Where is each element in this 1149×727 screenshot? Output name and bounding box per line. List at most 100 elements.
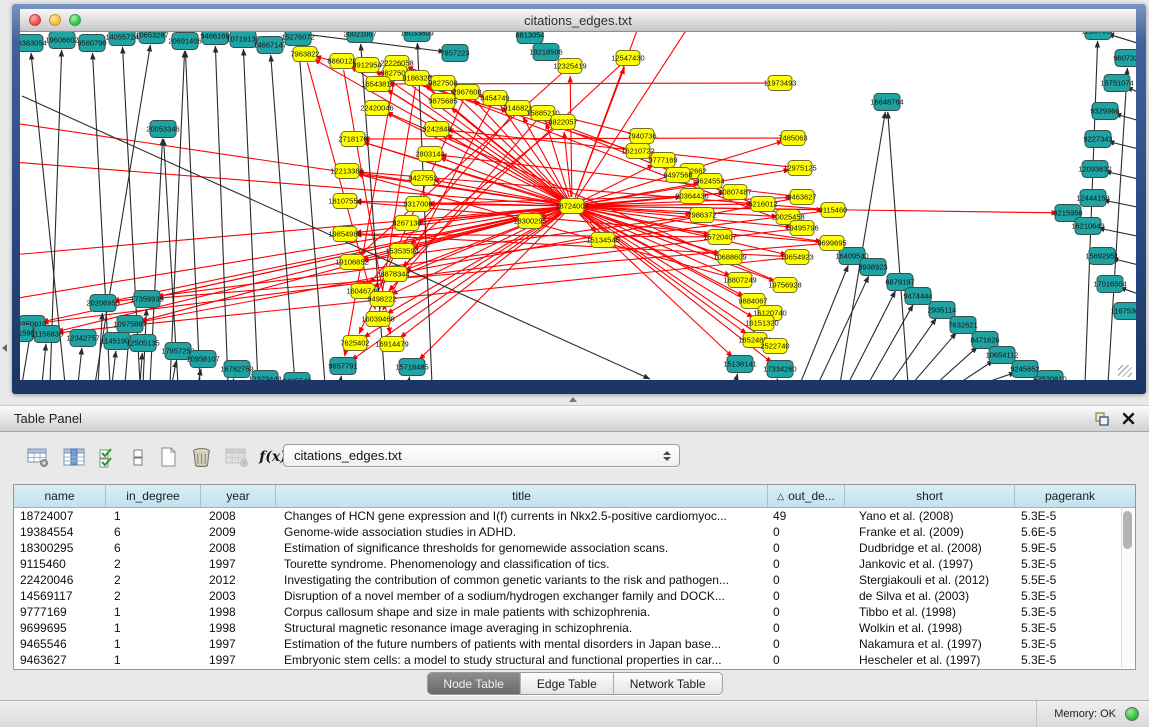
table-row[interactable]: 946554611997Estimation of the future num… xyxy=(14,636,1135,652)
graph-edge[interactable] xyxy=(340,376,341,380)
graph-node[interactable]: 20206950 xyxy=(86,295,119,312)
graph-edge[interactable] xyxy=(800,265,848,380)
float-panel-icon[interactable] xyxy=(1094,411,1110,427)
table-row[interactable]: 1456911722003Disruption of a novel membe… xyxy=(14,588,1135,604)
graph-node[interactable]: 12505135 xyxy=(126,335,159,352)
graph-node[interactable]: 2718176 xyxy=(338,132,367,147)
graph-node[interactable]: 12213386 xyxy=(330,164,363,179)
graph-node[interactable]: 9560790 xyxy=(77,35,106,52)
table-row[interactable]: 946362711997Embryonic stem cells: a mode… xyxy=(14,652,1135,668)
graph-node[interactable]: 10975887 xyxy=(113,316,146,333)
graph-node[interactable]: 9498222 xyxy=(367,292,396,307)
graph-node[interactable]: 7485063 xyxy=(778,131,807,146)
graph-node[interactable]: 3624554 xyxy=(695,174,724,189)
graph-edge[interactable] xyxy=(57,208,564,331)
graph-node[interactable]: 17334260 xyxy=(763,361,796,378)
graph-node[interactable]: 18107554 xyxy=(328,194,361,209)
column-header-out_de[interactable]: △out_de... xyxy=(768,485,845,507)
graph-node[interactable]: 16151320 xyxy=(745,316,778,331)
graph-node[interactable]: 16648784 xyxy=(870,94,903,111)
graph-node[interactable]: 11675300 xyxy=(1111,303,1136,320)
graph-node[interactable]: 7632621 xyxy=(948,317,977,334)
new-file-icon[interactable] xyxy=(152,444,184,470)
graph-node[interactable]: 9329966 xyxy=(1090,103,1119,120)
graph-edge[interactable] xyxy=(140,353,142,380)
graph-edge[interactable] xyxy=(890,318,936,380)
graph-node[interactable]: 7940736 xyxy=(627,129,656,144)
graph-node[interactable]: 12520810 xyxy=(1033,371,1066,381)
graph-edge[interactable] xyxy=(185,51,200,380)
graph-node[interactable]: 12444158 xyxy=(1076,190,1109,207)
graph-node[interactable]: 10688609 xyxy=(713,250,746,265)
graph-node[interactable]: 8938923 xyxy=(858,259,887,276)
graph-node[interactable]: 17016504 xyxy=(1093,276,1126,293)
graph-node[interactable]: 8427552 xyxy=(408,171,437,186)
table-scrollbar-thumb[interactable] xyxy=(1123,511,1132,549)
graph-node[interactable]: 16543812 xyxy=(361,77,394,92)
graph-edge[interactable] xyxy=(112,351,116,380)
graph-node[interactable]: 9607325 xyxy=(1113,50,1136,67)
graph-node[interactable]: 18383054 xyxy=(20,35,47,52)
graph-node[interactable]: 17359938 xyxy=(130,291,163,308)
network-window-titlebar[interactable]: citations_edges.txt xyxy=(20,9,1136,32)
graph-node[interactable]: 14055724 xyxy=(105,32,138,46)
table-row[interactable]: 911546021997Tourette syndrome. Phenomeno… xyxy=(14,556,1135,572)
graph-node[interactable]: 19854988 xyxy=(328,227,361,242)
select-rows-icon[interactable] xyxy=(92,444,124,470)
graph-node[interactable]: 15136141 xyxy=(723,356,756,373)
graph-node[interactable]: 16914479 xyxy=(375,337,408,352)
graph-edge[interactable] xyxy=(408,377,410,380)
graph-edge[interactable] xyxy=(170,51,185,380)
graph-node[interactable]: 19654923 xyxy=(780,250,813,265)
graph-node[interactable]: 8186328 xyxy=(402,71,431,86)
graph-edge[interactable] xyxy=(243,49,258,380)
graph-node[interactable]: 12867516 xyxy=(1081,32,1114,40)
graph-node[interactable]: 9657791 xyxy=(328,358,357,375)
graph-node[interactable]: 6822057 xyxy=(548,115,577,130)
graph-node[interactable]: 19218506 xyxy=(529,44,562,61)
row-height-icon[interactable] xyxy=(124,444,152,470)
graph-node[interactable]: 18724007 xyxy=(555,199,588,214)
close-panel-icon[interactable] xyxy=(1122,412,1135,425)
graph-node[interactable]: 15692951 xyxy=(1085,248,1118,265)
graph-node[interactable]: 18807249 xyxy=(723,273,756,288)
graph-edge[interactable] xyxy=(1085,41,1098,380)
minimize-button[interactable] xyxy=(49,14,61,26)
graph-node[interactable]: 15134545 xyxy=(586,233,619,248)
graph-node[interactable]: 18300295 xyxy=(513,214,546,229)
graph-node[interactable]: 8267130 xyxy=(392,216,421,231)
memory-ok-indicator[interactable] xyxy=(1125,707,1139,721)
graph-edge[interactable] xyxy=(958,361,994,380)
graph-node[interactable]: 9777169 xyxy=(648,153,677,168)
graph-edge[interactable] xyxy=(735,374,738,380)
table-row[interactable]: 1938455462009Genome-wide association stu… xyxy=(14,524,1135,540)
graph-node[interactable]: 10958107 xyxy=(186,351,219,368)
window-resize-grip[interactable] xyxy=(1118,365,1132,377)
graph-node[interactable]: 9466169 xyxy=(200,32,229,45)
graph-node[interactable]: 7963822 xyxy=(290,47,319,62)
graph-node[interactable]: 19106852 xyxy=(335,255,368,270)
graph-edge[interactable] xyxy=(361,44,385,380)
graph-node[interactable]: 2803144 xyxy=(415,147,444,162)
graph-edge[interactable] xyxy=(580,165,654,202)
graph-node[interactable]: 8912954 xyxy=(352,58,381,73)
column-header-pagerank[interactable]: pagerank xyxy=(1015,485,1125,507)
graph-node[interactable]: 15718485 xyxy=(395,359,428,376)
graph-edge[interactable] xyxy=(232,378,234,380)
graph-edge[interactable] xyxy=(299,47,325,380)
graph-node[interactable]: 12342757 xyxy=(66,330,99,347)
graph-node[interactable]: 12975125 xyxy=(783,161,816,176)
graph-node[interactable]: 16039468 xyxy=(361,312,394,327)
graph-node[interactable]: 9465546 xyxy=(282,373,311,381)
graph-node[interactable]: 15720407 xyxy=(703,230,736,245)
column-header-title[interactable]: title xyxy=(276,485,768,507)
graph-edge[interactable] xyxy=(42,344,46,380)
graph-node[interactable]: 20053346 xyxy=(146,121,179,138)
graph-edge[interactable] xyxy=(172,361,176,380)
graph-edge[interactable] xyxy=(564,132,571,197)
graph-node[interactable]: 9227343 xyxy=(1083,131,1112,148)
collapse-panel-arrow-icon[interactable] xyxy=(2,344,7,352)
graph-edge[interactable] xyxy=(363,138,784,139)
graph-node[interactable]: 6216012 xyxy=(748,197,777,212)
graph-node[interactable]: 6497568 xyxy=(663,168,692,183)
